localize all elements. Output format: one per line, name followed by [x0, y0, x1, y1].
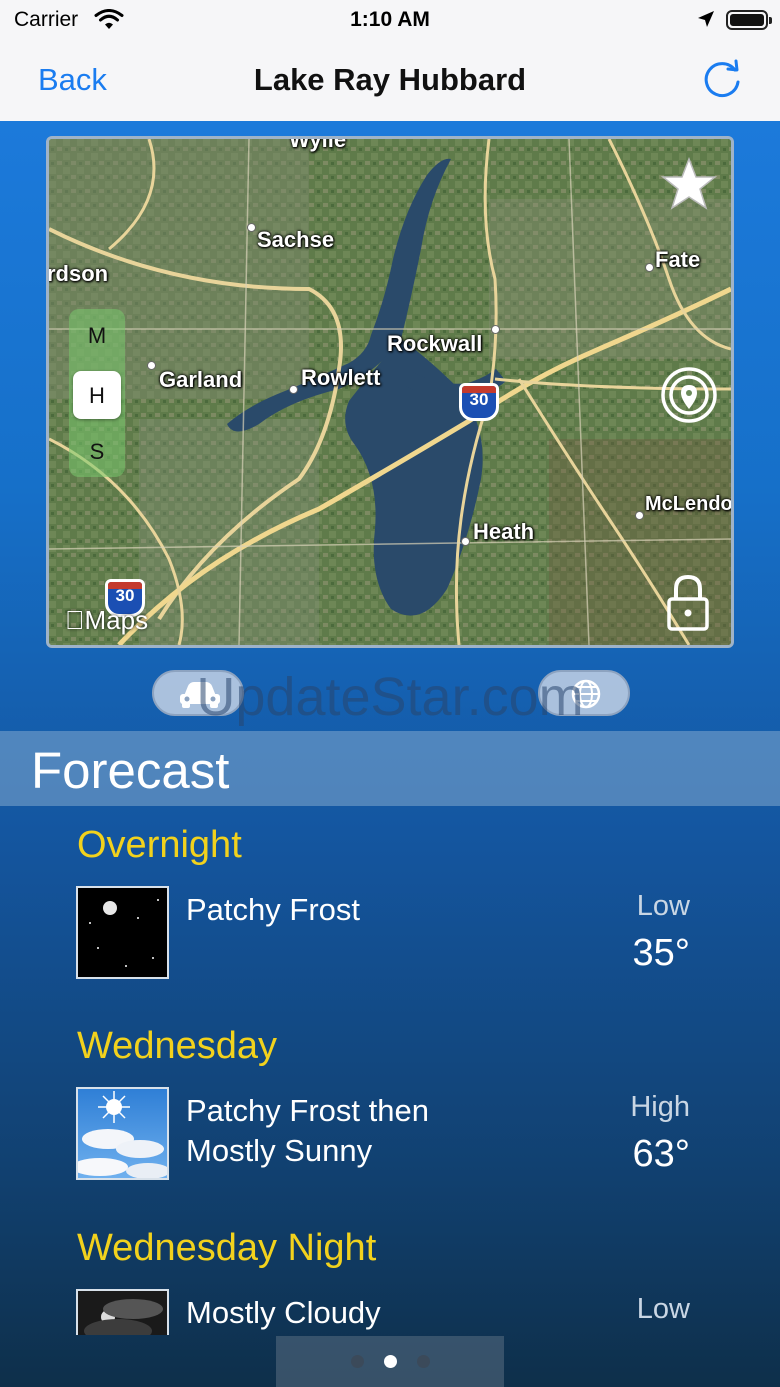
map-label-rowlett: Rowlett — [301, 365, 381, 390]
map-label-garland: Garland — [159, 367, 243, 392]
forecast-list[interactable]: Overnight Patchy Frost Low 35° Wednesday — [0, 806, 780, 1335]
map-type-selector[interactable]: M H S — [69, 309, 125, 477]
map-pin — [461, 537, 470, 546]
forecast-period: Wednesday Night Mostly Cloudy Low — [0, 1227, 780, 1335]
period-temperature: 63° — [632, 1133, 690, 1175]
period-hl-label: Low — [636, 1293, 690, 1325]
period-name: Wednesday Night — [77, 1227, 377, 1269]
map-label-fate: Fate — [655, 247, 701, 272]
location-arrow-icon — [696, 9, 716, 34]
map-pin — [289, 385, 298, 394]
period-description: Mostly Cloudy — [186, 1295, 381, 1330]
map-pin — [491, 325, 500, 334]
page-dot-1[interactable] — [351, 1355, 364, 1368]
location-target-icon[interactable] — [659, 365, 719, 430]
refresh-icon[interactable] — [700, 56, 744, 107]
map-label-sachse: Sachse — [257, 227, 335, 252]
night-clear-icon — [76, 886, 169, 979]
map-label-heath: Heath — [473, 519, 535, 544]
forecast-header: Forecast — [0, 731, 780, 806]
period-description: Patchy Frost — [186, 892, 360, 927]
satellite-map[interactable]: Wylie Sachse rdson Fate Rockwall Garland… — [46, 136, 734, 648]
page-dot-3[interactable] — [417, 1355, 430, 1368]
map-label-mclendon: McLendo — [645, 493, 733, 515]
page-title: Lake Ray Hubbard — [253, 62, 527, 97]
status-bar: Carrier 1:10 AM — [0, 0, 780, 42]
map-pin — [645, 263, 654, 272]
maps-logo-text: Maps — [65, 605, 149, 635]
map-pin — [635, 511, 644, 520]
lock-icon[interactable] — [665, 573, 711, 636]
forecast-title: Forecast — [31, 742, 230, 799]
top-bar: Carrier 1:10 AM Back Lake Ray Hubbard — [0, 0, 780, 121]
map-type-satellite[interactable]: S — [69, 439, 125, 465]
page-dot-2[interactable] — [384, 1355, 397, 1368]
night-cloudy-icon — [76, 1289, 169, 1335]
map-label-wylie: Wylie — [289, 136, 347, 152]
map-imagery — [49, 139, 731, 645]
apple-maps-logo: Maps — [65, 605, 148, 636]
forecast-period: Wednesday Patchy Frost then Mostly Sunny… — [0, 1025, 780, 1225]
forecast-period: Overnight Patchy Frost Low 35° — [0, 824, 780, 1024]
period-name: Overnight — [77, 824, 242, 866]
period-name: Wednesday — [77, 1025, 277, 1067]
battery-icon — [726, 10, 772, 30]
watermark: UpdateStar.com — [196, 667, 584, 727]
period-temperature: 35° — [632, 932, 690, 974]
map-type-standard[interactable]: M — [69, 323, 125, 349]
sunny-clouds-icon — [76, 1087, 169, 1180]
period-hl-label: High — [630, 1091, 690, 1123]
page-indicator[interactable] — [276, 1336, 504, 1387]
map-type-hybrid[interactable]: H — [69, 383, 125, 409]
map-label-rockwall: Rockwall — [387, 331, 483, 356]
map-pin — [247, 223, 256, 232]
map-pin — [147, 361, 156, 370]
highway-shield-i30: 30 — [459, 383, 499, 421]
map-label-rdson: rdson — [47, 261, 109, 286]
status-time: 1:10 AM — [350, 8, 430, 31]
star-icon[interactable] — [660, 156, 718, 216]
period-description: Patchy Frost then Mostly Sunny — [186, 1093, 429, 1168]
period-hl-label: Low — [636, 890, 690, 922]
